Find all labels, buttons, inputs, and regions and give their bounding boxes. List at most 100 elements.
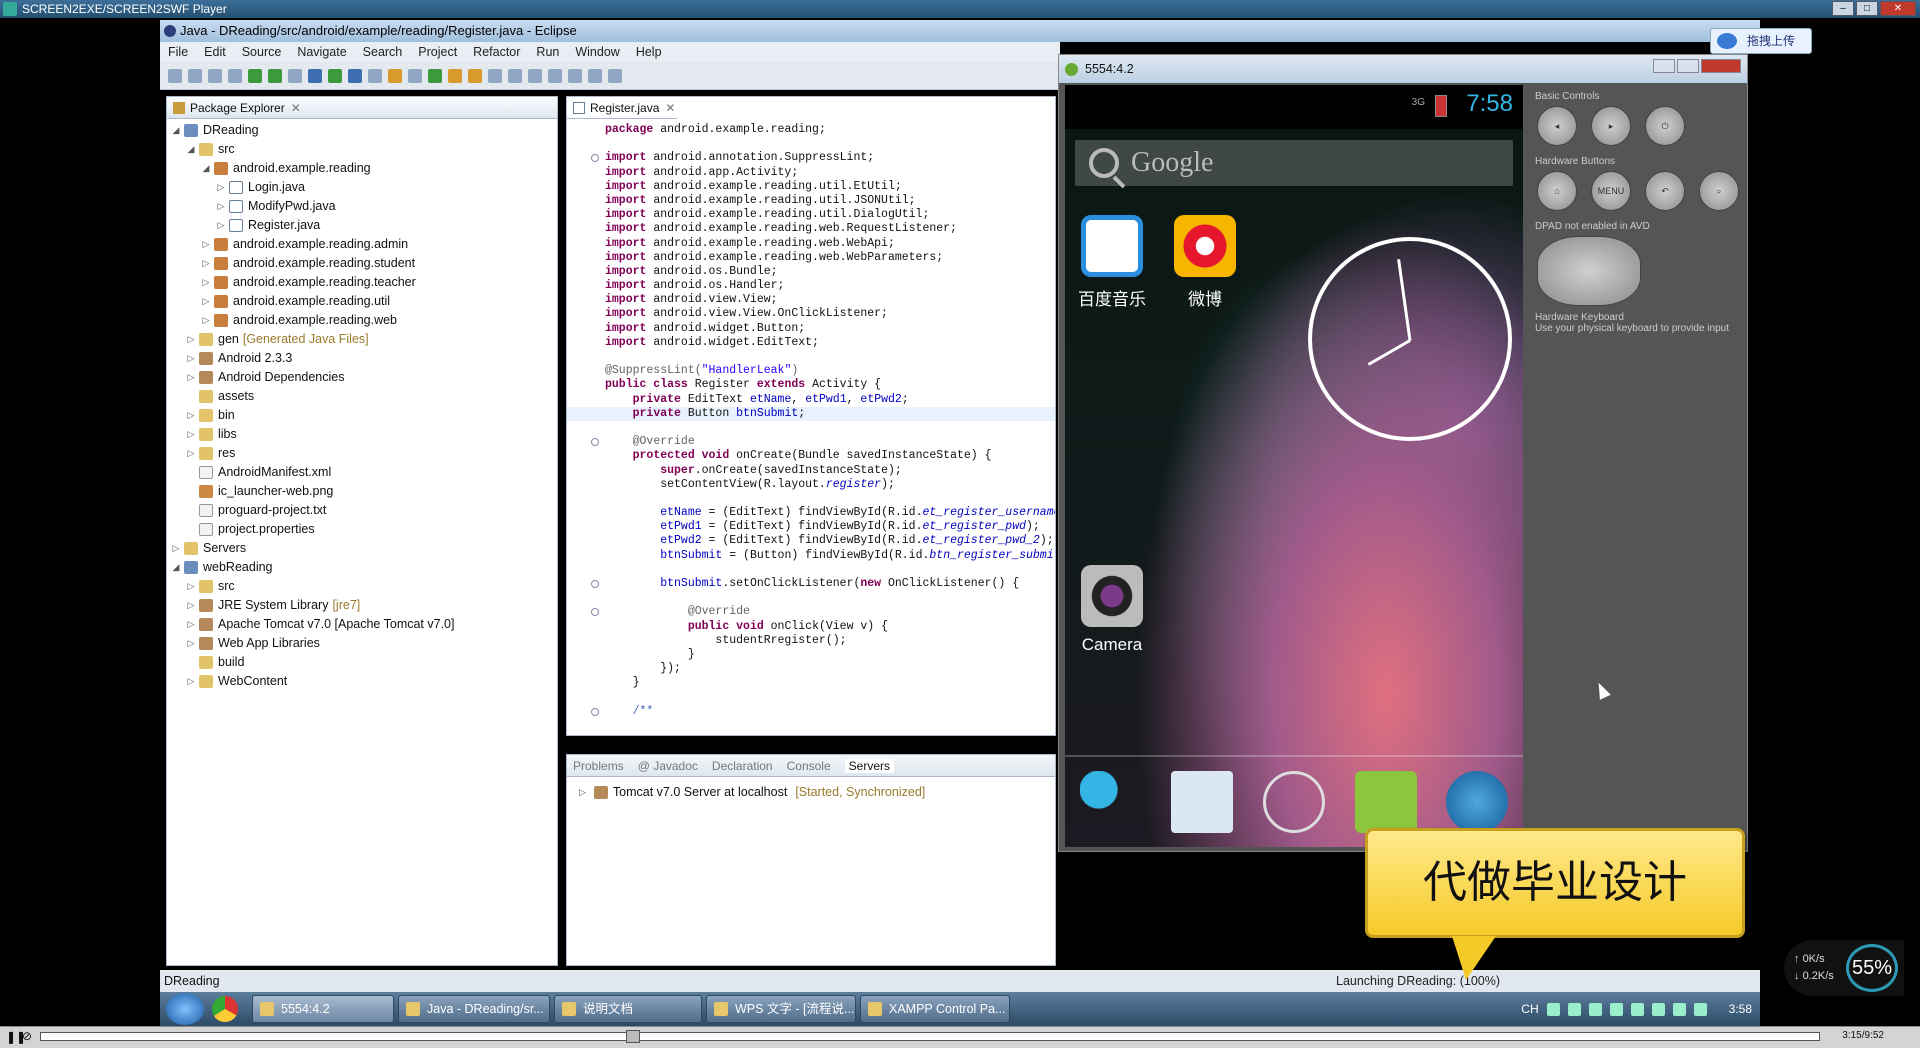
menu-run[interactable]: Run: [536, 42, 559, 62]
home-icon[interactable]: ⌂: [1537, 171, 1577, 211]
back-icon[interactable]: [568, 68, 582, 83]
menu-edit[interactable]: Edit: [204, 42, 226, 62]
print-icon[interactable]: [228, 68, 242, 83]
contacts-icon[interactable]: [1171, 771, 1234, 833]
taskbar-clock[interactable]: 3:58: [1729, 1002, 1752, 1016]
fold-icon[interactable]: [591, 608, 599, 617]
tree-item[interactable]: ◢ webReading: [167, 558, 557, 577]
save-icon[interactable]: [188, 68, 202, 83]
browser-icon[interactable]: [1446, 771, 1509, 833]
expand-arrow-icon[interactable]: ▷: [186, 349, 196, 368]
expand-arrow-icon[interactable]: ▷: [186, 425, 196, 444]
tree-item[interactable]: ▷ android.example.reading.web: [167, 311, 557, 330]
expand-arrow-icon[interactable]: ▷: [216, 178, 226, 197]
tree-item[interactable]: ▷ WebContent: [167, 672, 557, 691]
external-tools-icon[interactable]: [348, 68, 362, 83]
expand-arrow-icon[interactable]: ◢: [186, 140, 196, 159]
expand-arrow-icon[interactable]: ▷: [186, 577, 196, 596]
seek-thumb[interactable]: [626, 1030, 640, 1043]
tree-item[interactable]: ▷ src: [167, 577, 557, 596]
expand-arrow-icon[interactable]: ◢: [171, 121, 181, 140]
menu-window[interactable]: Window: [575, 42, 619, 62]
tree-item[interactable]: AndroidManifest.xml: [167, 463, 557, 482]
expand-arrow-icon[interactable]: ▷: [186, 330, 196, 349]
fold-icon[interactable]: [591, 707, 599, 716]
expand-arrow-icon[interactable]: ▷: [186, 634, 196, 653]
seek-bar[interactable]: [40, 1030, 1820, 1043]
tree-item[interactable]: ▷ android.example.reading.util: [167, 292, 557, 311]
expand-arrow-icon[interactable]: ▷: [201, 235, 211, 254]
pin-editor-icon[interactable]: [608, 68, 622, 83]
app-camera[interactable]: Camera: [1067, 565, 1157, 655]
upload-button[interactable]: 拖拽上传: [1710, 28, 1812, 54]
package-explorer-tab[interactable]: Package Explorer ✕: [167, 97, 557, 119]
power-icon[interactable]: ⏻: [1645, 106, 1685, 146]
debug-icon[interactable]: [308, 68, 322, 83]
tree-item[interactable]: ◢ android.example.reading: [167, 159, 557, 178]
tree-item[interactable]: build: [167, 653, 557, 672]
menu-navigate[interactable]: Navigate: [297, 42, 346, 62]
tree-item[interactable]: ▷ libs: [167, 425, 557, 444]
tab-javadoc[interactable]: @ Javadoc: [638, 759, 698, 773]
tree-item[interactable]: ◢ src: [167, 140, 557, 159]
task-eclipse[interactable]: Java - DReading/sr...: [398, 995, 550, 1023]
search-icon[interactable]: [488, 68, 502, 83]
options-icon[interactable]: ⊘: [22, 1029, 32, 1043]
open-type-icon[interactable]: [448, 68, 462, 83]
tree-item[interactable]: ▷ Android Dependencies: [167, 368, 557, 387]
new-package-icon[interactable]: [408, 68, 422, 83]
open-task-icon[interactable]: [468, 68, 482, 83]
app-baidu-music[interactable]: 百度音乐: [1067, 215, 1157, 310]
back-icon[interactable]: ↶: [1645, 171, 1685, 211]
expand-arrow-icon[interactable]: ▷: [579, 787, 586, 798]
fold-icon[interactable]: [591, 154, 599, 163]
next-annotation-icon[interactable]: [528, 68, 542, 83]
network-icon[interactable]: [1672, 1002, 1686, 1016]
menu-source[interactable]: Source: [242, 42, 282, 62]
tree-item[interactable]: project.properties: [167, 520, 557, 539]
prev-annotation-icon[interactable]: [548, 68, 562, 83]
messaging-icon[interactable]: [1354, 771, 1417, 833]
volume-down-icon[interactable]: ◂: [1537, 106, 1577, 146]
menu-refactor[interactable]: Refactor: [473, 42, 520, 62]
tree-item[interactable]: ▷ android.example.reading.student: [167, 254, 557, 273]
server-row[interactable]: ▷ Tomcat v7.0 Server at localhost [Start…: [579, 785, 925, 799]
lint-icon[interactable]: [288, 68, 302, 83]
menu-file[interactable]: File: [168, 42, 188, 62]
search-icon[interactable]: ⌕: [1699, 171, 1739, 211]
tree-item[interactable]: ▷ Web App Libraries: [167, 634, 557, 653]
tree-item[interactable]: ▷ Apache Tomcat v7.0 [Apache Tomcat v7.0]: [167, 615, 557, 634]
fold-icon[interactable]: [591, 438, 599, 447]
run-icon[interactable]: [328, 68, 342, 83]
tree-item[interactable]: ◢ DReading: [167, 121, 557, 140]
forward-icon[interactable]: [588, 68, 602, 83]
task-docs[interactable]: 说明文档: [554, 995, 702, 1023]
tree-item[interactable]: ▷ Android 2.3.3: [167, 349, 557, 368]
chrome-icon[interactable]: [212, 996, 238, 1022]
tree-item[interactable]: ▷ gen [Generated Java Files]: [167, 330, 557, 349]
expand-arrow-icon[interactable]: ▷: [216, 216, 226, 235]
tree-item[interactable]: proguard-project.txt: [167, 501, 557, 520]
emulator-close-button[interactable]: [1701, 59, 1741, 73]
tree-item[interactable]: ic_launcher-web.png: [167, 482, 557, 501]
tab-servers[interactable]: Servers: [844, 758, 894, 773]
app-weibo[interactable]: 微博: [1160, 215, 1250, 310]
toggle-mark-icon[interactable]: [508, 68, 522, 83]
tree-item[interactable]: ▷ JRE System Library [jre7]: [167, 596, 557, 615]
close-button[interactable]: ✕: [1880, 1, 1916, 16]
expand-arrow-icon[interactable]: ▷: [186, 615, 196, 634]
android-sdk-icon[interactable]: [248, 68, 262, 83]
tree-item[interactable]: ▷ ModifyPwd.java: [167, 197, 557, 216]
expand-arrow-icon[interactable]: ▷: [201, 254, 211, 273]
tree-item[interactable]: ▷ bin: [167, 406, 557, 425]
tree-item[interactable]: assets: [167, 387, 557, 406]
task-xampp[interactable]: XAMPP Control Pa...: [860, 995, 1010, 1023]
new-class-icon[interactable]: [428, 68, 442, 83]
tab-problems[interactable]: Problems: [573, 759, 624, 773]
expand-arrow-icon[interactable]: ▷: [186, 368, 196, 387]
tray-app-icon[interactable]: [1609, 1002, 1623, 1016]
tab-declaration[interactable]: Declaration: [712, 759, 773, 773]
minimize-button[interactable]: –: [1832, 1, 1854, 16]
tree-item[interactable]: ▷ Register.java: [167, 216, 557, 235]
new-java-project-icon[interactable]: [388, 68, 402, 83]
